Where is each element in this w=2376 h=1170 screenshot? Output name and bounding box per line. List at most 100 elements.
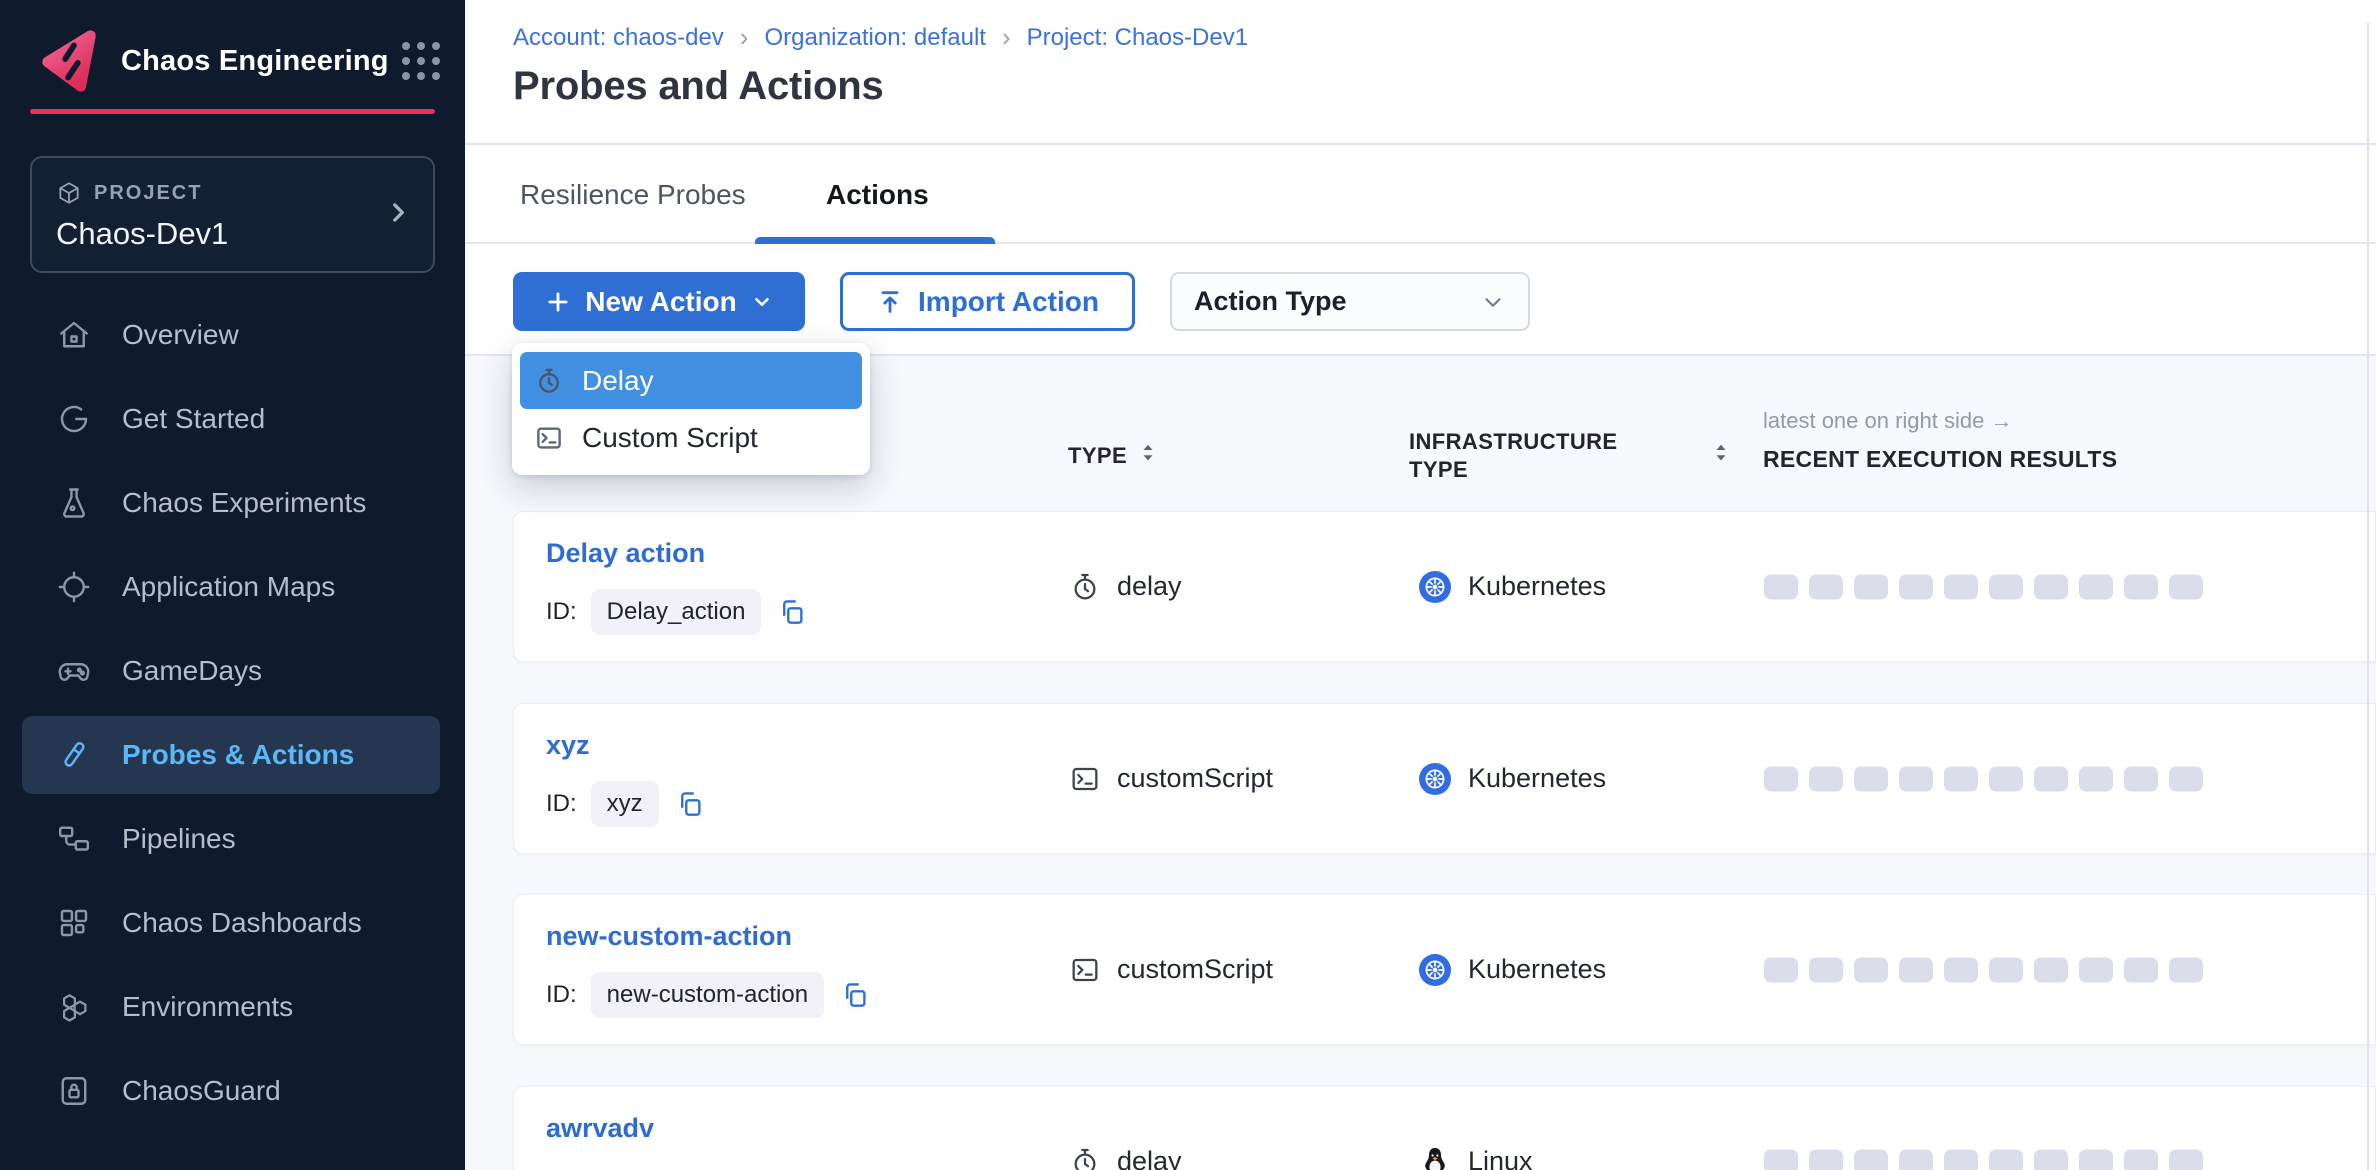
sidebar-item-environments[interactable]: Environments	[22, 968, 440, 1046]
action-type-cell: delay	[1069, 512, 1182, 661]
sidebar-nav: Overview Get Started Chaos Experiments A…	[0, 296, 465, 1136]
tab-actions[interactable]: Actions	[826, 179, 929, 211]
action-type-value: delay	[1117, 571, 1182, 602]
menu-item-custom-script[interactable]: Custom Script	[520, 409, 862, 466]
action-row[interactable]: xyz ID: xyz customScript Kubernetes	[513, 703, 2376, 854]
execution-result-placeholder	[1809, 1149, 1843, 1170]
cube-icon	[56, 180, 82, 206]
action-id-value: xyz	[591, 781, 659, 827]
execution-result-placeholder	[2034, 574, 2068, 599]
execution-result-placeholder	[1854, 1149, 1888, 1170]
execution-result-placeholder	[2169, 574, 2203, 599]
execution-result-placeholder	[1899, 766, 1933, 791]
project-selector[interactable]: PROJECT Chaos-Dev1	[30, 156, 435, 273]
new-action-dropdown-menu: Delay Custom Script	[512, 343, 870, 475]
stopwatch-icon	[1069, 571, 1101, 603]
brand-accent-divider	[30, 109, 435, 114]
breadcrumb-account[interactable]: Account: chaos-dev	[513, 24, 724, 52]
recent-results-hint: latest one on right side →	[1763, 408, 2117, 434]
import-action-button[interactable]: Import Action	[840, 272, 1135, 331]
scrollbar-track[interactable]	[2367, 23, 2369, 1170]
home-icon	[56, 317, 92, 353]
tab-bar: Resilience Probes Actions	[465, 145, 2376, 244]
sort-icon[interactable]	[1712, 442, 1730, 469]
execution-result-placeholder	[1944, 957, 1978, 982]
execution-result-placeholder	[1944, 766, 1978, 791]
sidebar-item-label: Environments	[122, 991, 293, 1023]
column-header-infrastructure-type[interactable]: INFRASTRUCTURE TYPE	[1409, 428, 1627, 484]
sidebar-item-label: GameDays	[122, 655, 262, 687]
sidebar-item-gamedays[interactable]: GameDays	[22, 632, 440, 710]
execution-result-placeholder	[2079, 1149, 2113, 1170]
project-label: PROJECT	[94, 182, 202, 205]
action-id-value: Delay_action	[591, 589, 762, 635]
execution-result-placeholder	[1989, 957, 2023, 982]
action-type-cell: customScript	[1069, 895, 1273, 1044]
action-row[interactable]: Delay action ID: Delay_action delay Kube…	[513, 511, 2376, 662]
action-name-link[interactable]: awrvadv	[546, 1113, 654, 1144]
execution-result-placeholder	[2079, 766, 2113, 791]
action-name-link[interactable]: xyz	[546, 730, 590, 761]
copy-icon[interactable]	[777, 597, 807, 627]
action-id-value: new-custom-action	[591, 972, 824, 1018]
recent-execution-results	[1764, 574, 2203, 599]
recent-execution-results	[1764, 957, 2203, 982]
infrastructure-cell: Linux	[1418, 1087, 1533, 1170]
sidebar-item-application-maps[interactable]: Application Maps	[22, 548, 440, 626]
sort-icon[interactable]	[1139, 442, 1157, 470]
tab-resilience-probes[interactable]: Resilience Probes	[520, 179, 746, 211]
breadcrumb-project[interactable]: Project: Chaos-Dev1	[1027, 24, 1248, 52]
infrastructure-value: Kubernetes	[1468, 954, 1606, 985]
execution-result-placeholder	[2034, 766, 2068, 791]
execution-result-placeholder	[1989, 766, 2023, 791]
action-name-link[interactable]: new-custom-action	[546, 921, 792, 952]
column-header-type[interactable]: TYPE	[1068, 442, 1157, 470]
action-type-value: customScript	[1117, 763, 1273, 794]
execution-result-placeholder	[1854, 766, 1888, 791]
import-action-label: Import Action	[918, 286, 1099, 318]
new-action-button[interactable]: New Action	[513, 272, 805, 331]
infrastructure-cell: Kubernetes	[1418, 704, 1606, 853]
sidebar-item-label: Get Started	[122, 403, 265, 435]
copy-icon[interactable]	[840, 980, 870, 1010]
dashboard-icon	[56, 905, 92, 941]
sidebar: Chaos Engineering PROJECT Chaos-Dev1	[0, 0, 465, 1170]
execution-result-placeholder	[1899, 957, 1933, 982]
breadcrumb-organization[interactable]: Organization: default	[764, 24, 985, 52]
id-label: ID:	[546, 790, 577, 818]
menu-item-label: Delay	[582, 365, 654, 397]
test-tube-icon	[56, 737, 92, 773]
sidebar-item-chaos-experiments[interactable]: Chaos Experiments	[22, 464, 440, 542]
app-switcher-grid-icon[interactable]	[402, 42, 440, 80]
execution-result-placeholder	[1854, 957, 1888, 982]
brand-title: Chaos Engineering	[121, 45, 389, 78]
execution-result-placeholder	[1809, 766, 1843, 791]
copy-icon[interactable]	[675, 789, 705, 819]
action-row[interactable]: awrvadv delay Linux	[513, 1086, 2376, 1170]
sidebar-item-label: Application Maps	[122, 571, 335, 603]
sidebar-item-probes-actions[interactable]: Probes & Actions	[22, 716, 440, 794]
linux-icon	[1418, 1145, 1452, 1170]
sidebar-item-get-started[interactable]: Get Started	[22, 380, 440, 458]
sidebar-item-pipelines[interactable]: Pipelines	[22, 800, 440, 878]
actions-table: TYPE INFRASTRUCTURE TYPE latest one on r…	[465, 356, 2376, 1170]
menu-item-delay[interactable]: Delay	[520, 352, 862, 409]
action-type-value: customScript	[1117, 954, 1273, 985]
chevron-down-icon	[1480, 289, 1506, 315]
action-row[interactable]: new-custom-action ID: new-custom-action …	[513, 894, 2376, 1045]
hexagons-icon	[56, 989, 92, 1025]
recent-execution-results	[1764, 766, 2203, 791]
chevron-down-icon	[751, 291, 773, 313]
breadcrumb-separator: ›	[1002, 22, 1011, 53]
sidebar-item-chaos-dashboards[interactable]: Chaos Dashboards	[22, 884, 440, 962]
infrastructure-cell: Kubernetes	[1418, 512, 1606, 661]
project-name: Chaos-Dev1	[56, 216, 409, 252]
terminal-icon	[1069, 954, 1101, 986]
action-type-select[interactable]: Action Type	[1170, 272, 1530, 331]
new-action-label: New Action	[585, 286, 736, 318]
sidebar-item-overview[interactable]: Overview	[22, 296, 440, 374]
execution-result-placeholder	[1764, 574, 1798, 599]
menu-item-label: Custom Script	[582, 422, 758, 454]
sidebar-item-chaosguard[interactable]: ChaosGuard	[22, 1052, 440, 1130]
action-name-link[interactable]: Delay action	[546, 538, 705, 569]
